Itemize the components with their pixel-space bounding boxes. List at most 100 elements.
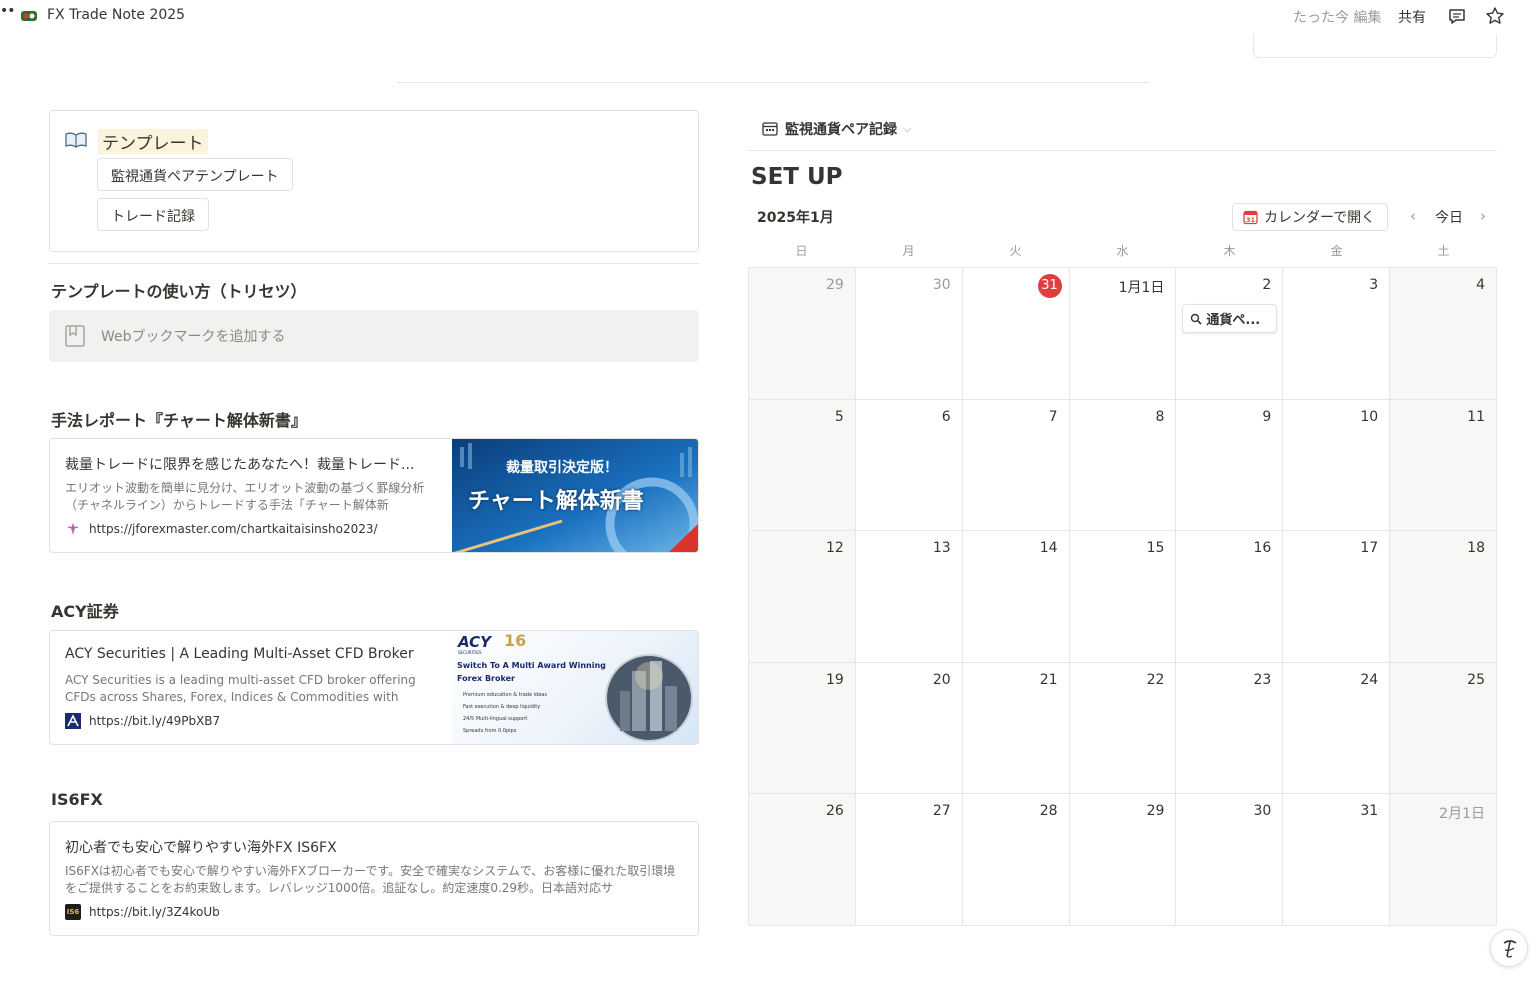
calendar-day-cell[interactable]: 17 xyxy=(1283,531,1391,663)
calendar-event-card[interactable]: 通貨ペ... xyxy=(1182,304,1278,333)
calendar-day-cell[interactable]: 3 xyxy=(1283,268,1391,400)
heading-is6fx: IS6FX xyxy=(51,790,103,809)
calendar-month-label: 2025年1月 xyxy=(757,210,834,226)
calendar-day-cell[interactable]: 18 xyxy=(1390,531,1497,663)
calendar-day-cell[interactable]: 31 xyxy=(962,268,1070,400)
day-number: 15 xyxy=(1146,540,1165,557)
calendar-app-icon: 31 xyxy=(1243,210,1258,224)
star-icon[interactable] xyxy=(1485,6,1505,26)
day-number: 27 xyxy=(932,803,951,820)
top-bar: FX Trade Note 2025 たった今 編集 共有 •• xyxy=(0,0,1536,34)
calendar-day-cell[interactable]: 31 xyxy=(1283,794,1391,926)
page-title-breadcrumb[interactable]: FX Trade Note 2025 xyxy=(47,7,185,23)
calendar-day-cell[interactable]: 15 xyxy=(1069,531,1177,663)
calendar-day-cell[interactable]: 2月1日 xyxy=(1390,794,1497,926)
day-number: 25 xyxy=(1467,671,1485,688)
bookmark-acy-securities[interactable]: ACY Securities | A Leading Multi-Asset C… xyxy=(49,630,699,745)
calendar-day-cell[interactable]: 6 xyxy=(855,399,963,532)
day-number: 7 xyxy=(1048,408,1058,425)
calendar-view-icon xyxy=(762,122,778,136)
template-callout: テンプレート 監視通貨ペアテンプレート トレード記録 xyxy=(49,110,699,252)
chevron-left-icon[interactable]: ‹ xyxy=(1410,207,1416,225)
day-number: 28 xyxy=(1039,803,1058,820)
calendar-day-cell[interactable]: 13 xyxy=(855,531,963,663)
day-number: 23 xyxy=(1253,671,1272,688)
floating-panel-fragment xyxy=(1253,34,1497,58)
calendar-day-cell[interactable]: 7 xyxy=(962,399,1070,532)
weekday-label: 日 xyxy=(795,244,808,258)
add-web-bookmark-button[interactable]: Webブックマークを追加する xyxy=(49,310,699,362)
calendar-day-cell[interactable]: 4 xyxy=(1390,268,1497,400)
day-number: 6 xyxy=(941,408,951,425)
calendar-day-cell[interactable]: 22 xyxy=(1069,662,1177,795)
heading-howto: テンプレートの使い方（トリセツ） xyxy=(51,282,307,301)
acy-building-image xyxy=(605,654,693,742)
heading-acy: ACY証券 xyxy=(51,602,119,621)
weekday-header: 日 月 火 水 木 金 土 xyxy=(748,242,1497,260)
calendar-day-cell[interactable]: 10 xyxy=(1283,399,1391,532)
edited-status: たった今 編集 xyxy=(1293,10,1382,26)
bookmark-is6fx[interactable]: 初心者でも安心で解りやすい海外FX IS6FX IS6FXは初心者でも安心で解り… xyxy=(49,821,699,936)
calendar-day-cell[interactable]: 28 xyxy=(962,794,1070,926)
divider xyxy=(748,150,1497,151)
chevron-right-icon[interactable]: › xyxy=(1480,207,1486,225)
weekday-label: 土 xyxy=(1437,244,1450,258)
calendar-day-cell[interactable]: 12 xyxy=(749,531,856,663)
chevron-down-icon: ⌵ xyxy=(903,122,912,135)
calendar-day-cell[interactable]: 24 xyxy=(1283,662,1391,795)
calendar-day-cell[interactable]: 8 xyxy=(1069,399,1177,532)
calendar-day-cell[interactable]: 29 xyxy=(749,268,856,400)
database-view-title[interactable]: SET UP xyxy=(751,164,843,190)
today-day-number: 31 xyxy=(1037,274,1062,298)
svg-text:31: 31 xyxy=(1246,216,1256,224)
bookmark-title: 初心者でも安心で解りやすい海外FX IS6FX xyxy=(65,840,337,856)
day-number: 1月1日 xyxy=(1118,280,1165,296)
calendar-day-cell[interactable]: 26 xyxy=(749,794,856,926)
today-button[interactable]: 今日 xyxy=(1435,207,1463,227)
calendar-day-cell[interactable]: 30 xyxy=(855,268,963,400)
calendar-day-cell[interactable]: 19 xyxy=(749,662,856,795)
divider xyxy=(397,82,1149,83)
day-number: 11 xyxy=(1467,408,1485,425)
database-title-dropdown[interactable]: 監視通貨ペア記録 ⌵ xyxy=(762,118,911,140)
bookmark-description: エリオット波動を簡単に見分け、エリオット波動の基づく罫線分析（チャネルライン）か… xyxy=(65,481,425,512)
share-button[interactable]: 共有 xyxy=(1398,7,1426,27)
calendar-day-cell[interactable]: 1月1日 xyxy=(1069,268,1177,400)
open-book-icon xyxy=(65,132,87,148)
more-options-icon[interactable]: •• xyxy=(0,3,15,19)
calendar-day-cell[interactable]: 21 xyxy=(962,662,1070,795)
day-number: 2月1日 xyxy=(1439,806,1485,823)
calendar-day-cell[interactable]: 20 xyxy=(855,662,963,795)
day-number: 9 xyxy=(1262,408,1272,425)
day-number: 29 xyxy=(826,277,844,293)
calendar-day-cell[interactable]: 25 xyxy=(1390,662,1497,795)
day-number: 19 xyxy=(826,671,844,688)
bookmark-description: ACY Securities is a leading multi-asset … xyxy=(65,673,416,704)
add-web-bookmark-label: Webブックマークを追加する xyxy=(101,329,286,345)
calendar-day-cell[interactable]: 16 xyxy=(1176,531,1284,663)
page-emoji-icon[interactable] xyxy=(20,9,38,23)
template-button-trade-record[interactable]: トレード記録 xyxy=(97,198,209,231)
comment-icon[interactable] xyxy=(1447,6,1467,26)
calendar-day-cell[interactable]: 27 xyxy=(855,794,963,926)
help-button[interactable] xyxy=(1490,929,1528,967)
weekday-label: 水 xyxy=(1116,244,1129,258)
calendar-day-cell[interactable]: 23 xyxy=(1176,662,1284,795)
calendar-day-cell[interactable]: 9 xyxy=(1176,399,1284,532)
bookmark-title: 裁量トレードに限界を感じたあなたへ！裁量トレード... xyxy=(65,457,415,473)
template-button-watch-pair[interactable]: 監視通貨ペアテンプレート xyxy=(97,158,293,191)
heading-method-report: 手法レポート『チャート解体新書』 xyxy=(51,411,307,430)
bookmark-chart-kaitai[interactable]: 裁量トレードに限界を感じたあなたへ！裁量トレード... エリオット波動を簡単に見… xyxy=(49,438,699,553)
calendar-day-cell[interactable]: 29 xyxy=(1069,794,1177,926)
calendar-day-cell[interactable]: 14 xyxy=(962,531,1070,663)
day-number: 22 xyxy=(1146,671,1165,688)
day-number: 30 xyxy=(1253,803,1272,820)
thumbnail-text-line1: 裁量取引決定版！ xyxy=(506,460,618,476)
day-number: 3 xyxy=(1369,277,1379,293)
day-number: 14 xyxy=(1039,540,1058,557)
calendar-day-cell[interactable]: 30 xyxy=(1176,794,1284,926)
calendar-day-cell[interactable]: 2 通貨ペ... xyxy=(1176,268,1284,400)
calendar-day-cell[interactable]: 11 xyxy=(1390,399,1497,532)
open-in-calendar-button[interactable]: 31 カレンダーで開く xyxy=(1232,203,1389,231)
calendar-day-cell[interactable]: 5 xyxy=(749,399,856,532)
